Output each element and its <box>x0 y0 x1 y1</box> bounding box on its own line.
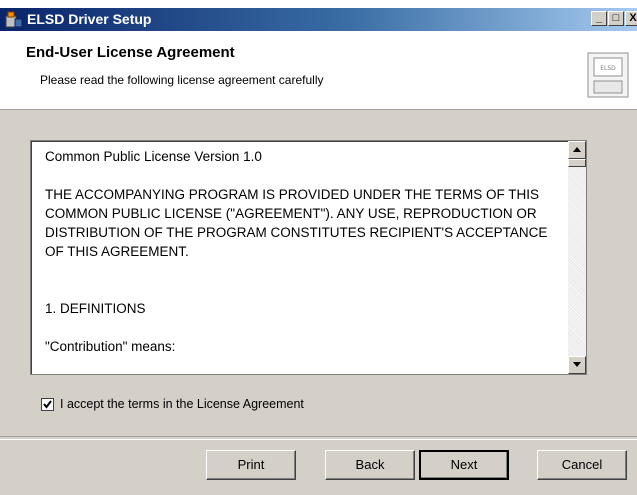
license-text: Common Public License Version 1.0 THE AC… <box>45 149 548 354</box>
header-panel: End-User License Agreement Please read t… <box>0 31 637 110</box>
page-title: End-User License Agreement <box>26 44 235 61</box>
logo-text: ELSD <box>600 65 616 72</box>
maximize-button[interactable]: □ <box>608 11 624 26</box>
accept-label[interactable]: I accept the terms in the License Agreem… <box>60 397 304 411</box>
dialog-body: Common Public License Version 1.0 THE AC… <box>0 110 637 495</box>
back-button[interactable]: Back <box>325 450 415 480</box>
accept-checkbox[interactable] <box>41 398 54 411</box>
arrow-up-icon <box>573 147 581 152</box>
minimize-button[interactable]: _ <box>591 11 607 26</box>
page-subtitle: Please read the following license agreem… <box>40 73 324 87</box>
scroll-down-button[interactable] <box>568 356 586 374</box>
vertical-scrollbar[interactable] <box>568 141 586 374</box>
window-title: ELSD Driver Setup <box>27 11 152 27</box>
cancel-button[interactable]: Cancel <box>537 450 627 480</box>
license-text-box[interactable]: Common Public License Version 1.0 THE AC… <box>30 140 587 375</box>
scroll-thumb[interactable] <box>568 159 586 167</box>
footer-separator <box>0 436 637 440</box>
installer-logo-icon: ELSD <box>587 52 629 98</box>
checkmark-icon <box>43 400 52 409</box>
scroll-up-button[interactable] <box>568 141 586 159</box>
close-button[interactable]: X <box>625 11 637 26</box>
next-button[interactable]: Next <box>419 450 509 480</box>
arrow-down-icon <box>573 362 581 367</box>
print-button[interactable]: Print <box>206 450 296 480</box>
title-bar: ELSD Driver Setup _ □ X <box>0 8 637 31</box>
setup-app-icon <box>5 11 23 28</box>
